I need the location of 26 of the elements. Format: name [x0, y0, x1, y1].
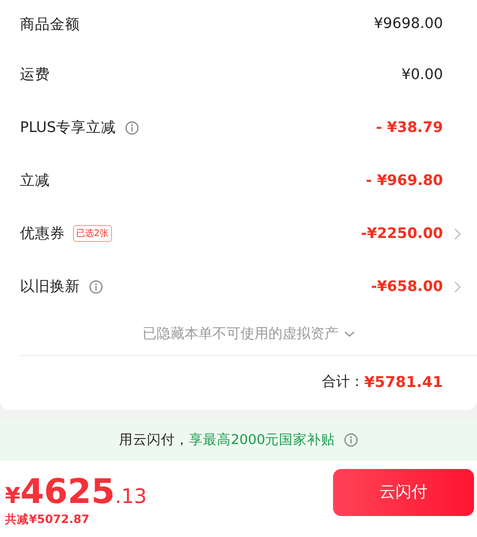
total-label: 合计：: [322, 373, 364, 391]
row-amount: -¥658.00: [370, 278, 443, 294]
row-amount: - ¥969.80: [366, 172, 443, 188]
info-icon[interactable]: [89, 280, 103, 294]
row-label: 运费: [20, 66, 50, 84]
row-amount: ¥9698.00: [374, 16, 443, 32]
pay-button[interactable]: 云闪付: [333, 469, 474, 516]
row-label: 以旧换新: [20, 278, 80, 296]
info-icon[interactable]: [124, 120, 139, 134]
row-label: 商品金额: [20, 16, 80, 34]
row-amount: - ¥38.79: [376, 120, 443, 136]
chevron-right-icon[interactable]: [453, 280, 461, 292]
pay-amount: ¥4625.13: [5, 475, 147, 509]
row-label: PLUS专享立减: [20, 118, 116, 137]
chevron-down-icon[interactable]: [344, 330, 354, 338]
chevron-right-icon[interactable]: [453, 228, 461, 240]
row-label: 立减: [20, 172, 50, 190]
subsidy-banner-text: 用云闪付，享最高2000元国家补贴: [118, 430, 336, 448]
coupon-badge: 已选2张: [73, 225, 112, 242]
total-amount: ¥5781.41: [364, 373, 443, 391]
info-icon[interactable]: [344, 432, 358, 446]
hidden-assets-note[interactable]: 已隐藏本单不可使用的虚拟资产: [142, 325, 338, 343]
row-amount: ¥0.00: [401, 66, 443, 82]
row-amount: -¥2250.00: [360, 226, 443, 242]
row-label: 优惠券: [20, 225, 65, 243]
total-saving: 共减¥5072.87: [5, 512, 90, 527]
